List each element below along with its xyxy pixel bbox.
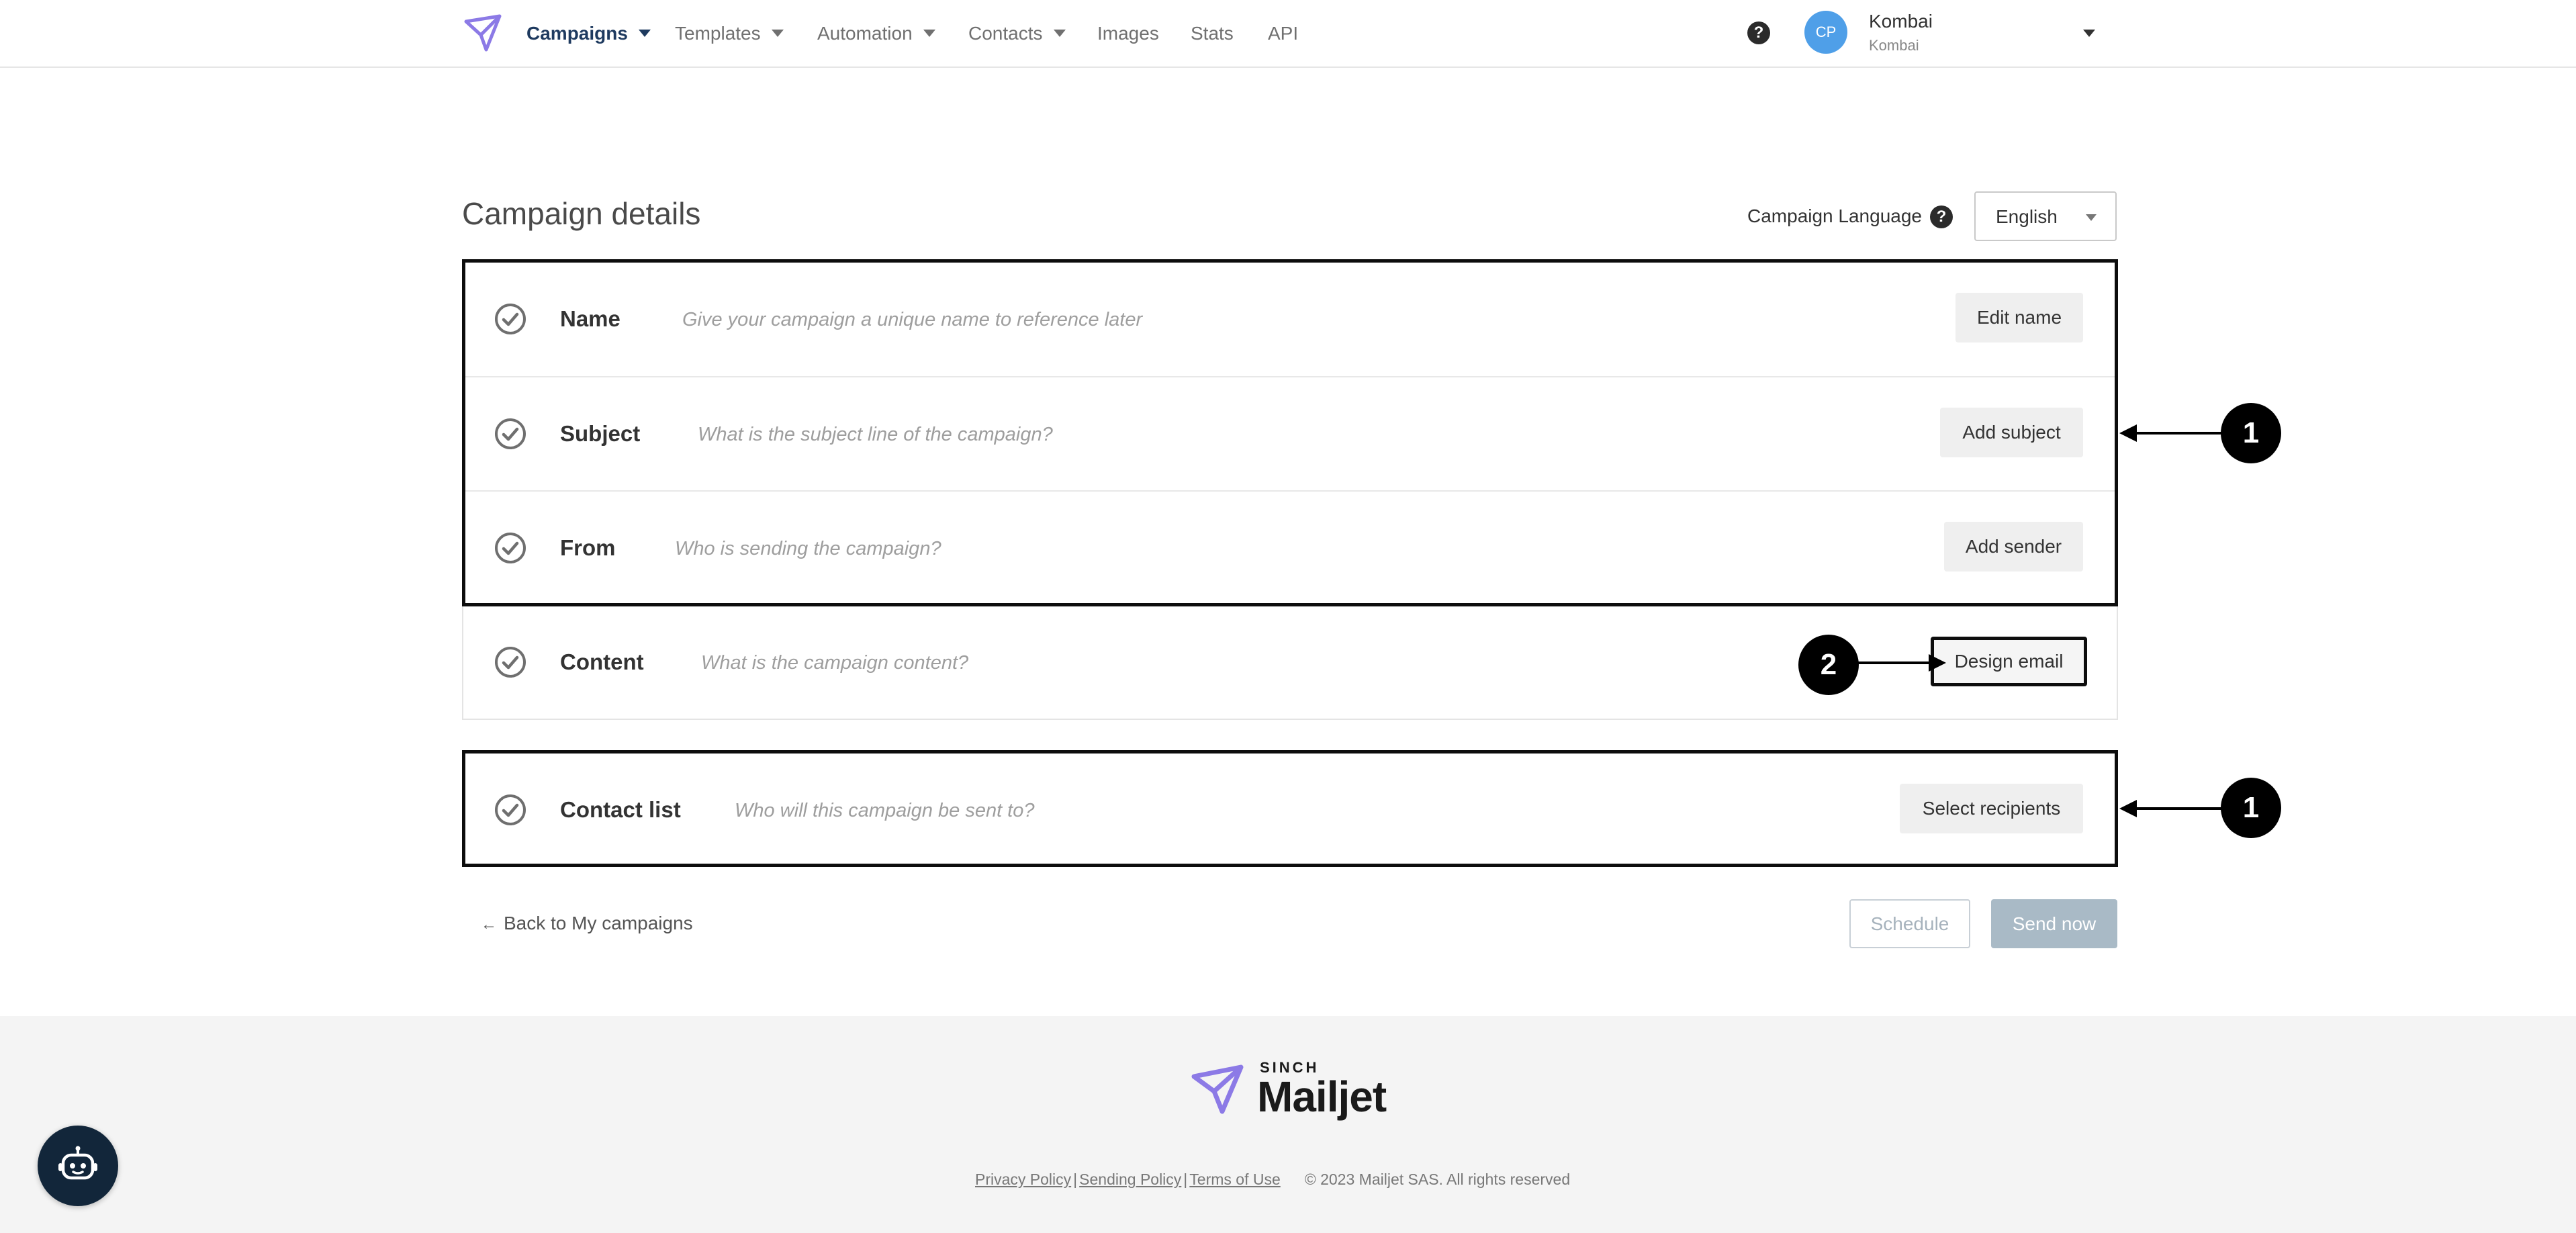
highlight-frame: [462, 259, 2118, 606]
footer-links: Privacy Policy | Sending Policy | Terms of U…: [975, 1171, 1571, 1188]
check-circle-icon: [495, 647, 526, 678]
nav-api[interactable]: API: [1268, 20, 1298, 47]
callout-arrow: [1856, 661, 1930, 664]
schedule-button[interactable]: Schedule: [1849, 899, 1970, 948]
nav-contacts[interactable]: Contacts: [968, 20, 1066, 47]
language-help-icon[interactable]: ?: [1930, 205, 1953, 228]
chevron-down-icon: [2086, 214, 2097, 221]
chevron-down-icon: [923, 30, 935, 38]
user-menu-chevron-icon[interactable]: [2083, 30, 2095, 37]
brand-mailjet: Mailjet: [1257, 1072, 1387, 1121]
nav-automation[interactable]: Automation: [817, 20, 935, 47]
paper-plane-icon[interactable]: [462, 12, 504, 54]
campaign-language-select[interactable]: English: [1974, 191, 2117, 241]
row-hint-content: What is the campaign content?: [701, 652, 969, 674]
chatbot-button[interactable]: [38, 1126, 118, 1206]
page-title: Campaign details: [462, 196, 701, 231]
callout-badge: 2: [1798, 635, 1859, 695]
avatar[interactable]: CP: [1804, 11, 1847, 54]
mailjet-logo-icon: [1191, 1064, 1244, 1114]
robot-icon: [58, 1146, 97, 1180]
arrow-left-icon: ←: [481, 915, 497, 933]
user-name[interactable]: Kombai: [1869, 9, 1933, 34]
help-icon[interactable]: ?: [1747, 21, 1770, 44]
top-navigation: Campaigns Templates Automation Contacts …: [0, 0, 2576, 68]
privacy-policy-link[interactable]: Privacy Policy: [975, 1171, 1071, 1188]
nav-campaigns[interactable]: Campaigns: [526, 20, 651, 47]
row-label-content: Content: [560, 649, 644, 674]
send-now-button[interactable]: Send now: [1991, 899, 2117, 948]
nav-images[interactable]: Images: [1097, 20, 1159, 47]
sending-policy-link[interactable]: Sending Policy: [1079, 1171, 1181, 1188]
copyright-text: © 2023 Mailjet SAS. All rights reserved: [1304, 1171, 1571, 1188]
callout-arrow: [2135, 807, 2224, 810]
chevron-down-icon: [1053, 30, 1066, 38]
terms-of-use-link[interactable]: Terms of Use: [1189, 1171, 1280, 1188]
nav-stats[interactable]: Stats: [1191, 20, 1234, 47]
arrow-head-icon: [2119, 800, 2137, 817]
footer: SINCH Mailjet Privacy Policy | Sending Pol…: [0, 1016, 2576, 1233]
callout-arrow: [2135, 432, 2224, 435]
arrow-head-icon: [1929, 654, 1946, 672]
language-value: English: [1996, 206, 2058, 227]
chevron-down-icon: [771, 30, 784, 38]
design-email-button[interactable]: Design email: [1931, 637, 2087, 686]
campaign-language-label: Campaign Language: [1747, 205, 1922, 226]
back-to-campaigns-link[interactable]: ← Back to My campaigns: [481, 910, 693, 938]
arrow-head-icon: [2119, 424, 2137, 442]
chevron-down-icon: [638, 30, 651, 38]
user-account: Kombai: [1869, 37, 1919, 54]
highlight-frame: [462, 750, 2118, 867]
callout-badge: 1: [2221, 403, 2281, 463]
nav-templates[interactable]: Templates: [675, 20, 784, 47]
callout-badge: 1: [2221, 778, 2281, 838]
